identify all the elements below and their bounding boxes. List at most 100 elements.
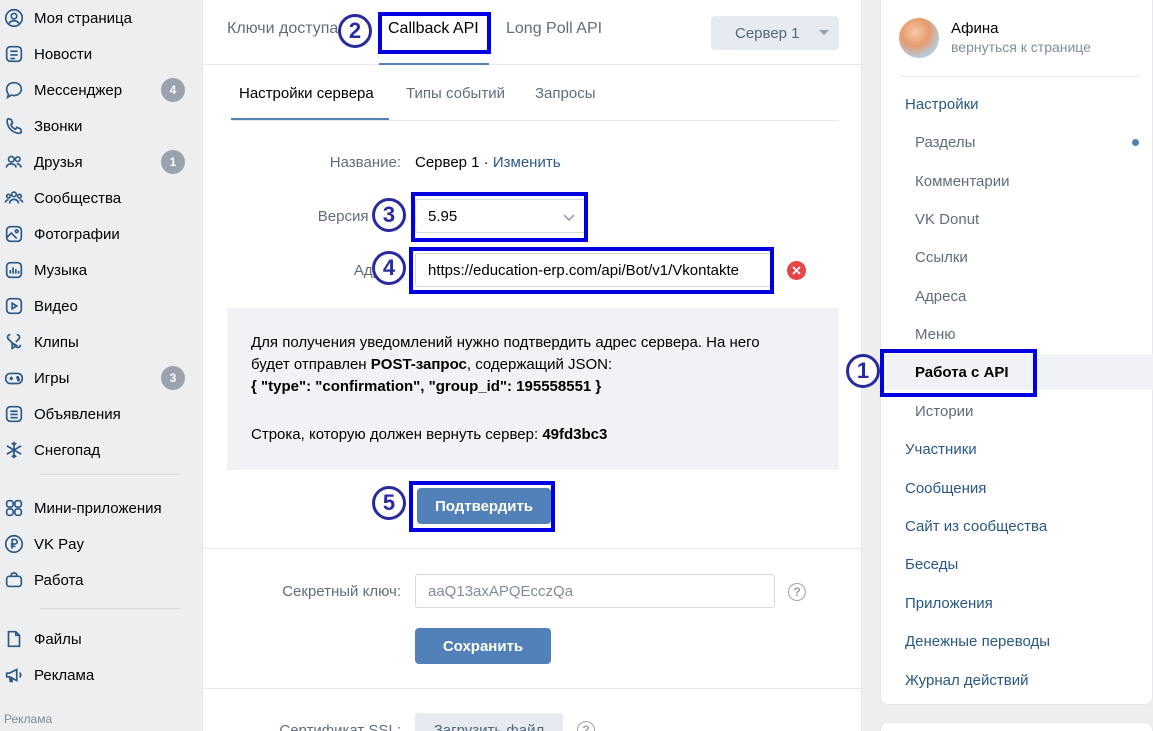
- nav-item-snowfall[interactable]: Снегопад: [0, 432, 190, 468]
- menu-item-chats[interactable]: Беседы: [881, 546, 1153, 582]
- nav-divider: [40, 474, 180, 475]
- apps-icon: [0, 497, 34, 519]
- dropdown-arrow-icon: [819, 30, 829, 35]
- photo-icon: [0, 223, 34, 245]
- ad-section-label: Реклама: [4, 712, 53, 726]
- nav-item-vk-pay[interactable]: VK Pay: [0, 526, 190, 562]
- ssl-certificate-label: Сертификат SSL:: [279, 722, 401, 731]
- left-navigation: Моя страница Новости Мессенджер 4 Звонки…: [0, 0, 200, 731]
- server-select[interactable]: Сервер 1: [711, 16, 839, 50]
- menu-item-transfers[interactable]: Денежные переводы: [881, 623, 1153, 659]
- upload-file-button[interactable]: Загрузить файл: [415, 713, 563, 731]
- communities-icon: [0, 187, 34, 209]
- briefcase-icon: [0, 569, 34, 591]
- secret-key-help-icon[interactable]: ?: [788, 583, 806, 601]
- gamepad-icon: [0, 367, 34, 389]
- callback-api-panel: Ключи доступа Callback API Long Poll API…: [202, 0, 863, 731]
- menu-item-stories[interactable]: Истории: [881, 393, 1153, 429]
- nav-divider: [40, 608, 180, 609]
- nav-item-jobs[interactable]: Работа: [0, 562, 190, 598]
- menu-item-addresses[interactable]: Адреса: [881, 278, 1153, 314]
- menu-item-apps[interactable]: Приложения: [881, 585, 1153, 621]
- return-string-line: Строка, которую должен вернуть сервер: 4…: [251, 424, 815, 446]
- info-line-2-post: , содержащий JSON:: [466, 356, 613, 373]
- confirmation-info-box: Для получения уведомлений нужно подтверд…: [227, 308, 839, 470]
- nav-item-my-page[interactable]: Моя страница: [0, 0, 190, 36]
- close-icon: [792, 266, 801, 275]
- save-button[interactable]: Сохранить: [415, 628, 551, 664]
- menu-item-vk-donut[interactable]: VK Donut: [881, 201, 1153, 237]
- back-to-page-link[interactable]: вернуться к странице: [951, 39, 1091, 55]
- snowflake-icon: [0, 439, 34, 461]
- nav-item-news[interactable]: Новости: [0, 36, 190, 72]
- nav-label: Объявления: [34, 405, 121, 423]
- tab-requests[interactable]: Запросы: [535, 85, 596, 102]
- confirm-button[interactable]: Подтвердить: [417, 488, 551, 524]
- tab-access-keys[interactable]: Ключи доступа: [227, 20, 338, 38]
- tab-event-types[interactable]: Типы событий: [406, 85, 505, 102]
- nav-item-clips[interactable]: Клипы: [0, 324, 190, 360]
- return-string-code: 49fd3bc3: [542, 426, 608, 443]
- ads-list-icon: [0, 403, 34, 425]
- nav-label: VK Pay: [34, 535, 85, 553]
- nav-item-friends[interactable]: Друзья 1: [0, 144, 190, 180]
- section-divider: [203, 548, 863, 549]
- community-name[interactable]: Афина: [951, 20, 999, 37]
- menu-item-comments[interactable]: Комментарии: [881, 163, 1153, 199]
- tab-server-settings[interactable]: Настройки сервера: [239, 85, 374, 102]
- avatar[interactable]: [899, 18, 939, 58]
- menu-item-sections[interactable]: Разделы: [881, 124, 1153, 160]
- info-line-1: Для получения уведомлений нужно подтверд…: [251, 334, 760, 351]
- nav-item-classifieds[interactable]: Объявления: [0, 396, 190, 432]
- unread-badge: 4: [161, 78, 185, 102]
- secret-key-input[interactable]: aaQ13axAPQEcczQa: [415, 574, 775, 608]
- nav-item-calls[interactable]: Звонки: [0, 108, 190, 144]
- ssl-help-icon[interactable]: ?: [577, 721, 595, 731]
- api-version-select[interactable]: 5.95: [415, 199, 587, 233]
- menu-item-action-log[interactable]: Журнал действий: [881, 662, 1153, 698]
- active-tab-indicator: [379, 63, 489, 65]
- nav-label: Файлы: [34, 630, 82, 648]
- tab-long-poll-api[interactable]: Long Poll API: [506, 20, 602, 38]
- nav-item-messenger[interactable]: Мессенджер 4: [0, 72, 190, 108]
- menu-item-links[interactable]: Ссылки: [881, 239, 1153, 275]
- nav-label: Фотографии: [34, 225, 120, 243]
- nav-label: Звонки: [34, 117, 83, 135]
- file-icon: [0, 628, 34, 650]
- nav-label: Видео: [34, 297, 78, 315]
- nav-item-files[interactable]: Файлы: [0, 621, 190, 657]
- menu-item-menu[interactable]: Меню: [881, 316, 1153, 352]
- clear-address-icon[interactable]: [787, 261, 806, 280]
- api-tabs: Ключи доступа Callback API Long Poll API…: [203, 0, 863, 65]
- chevron-down-icon: [563, 214, 575, 222]
- menu-item-site[interactable]: Сайт из сообщества: [881, 508, 1153, 544]
- nav-label: Музыка: [34, 261, 88, 279]
- menu-item-messages[interactable]: Сообщения: [881, 470, 1153, 506]
- change-name-link[interactable]: Изменить: [493, 154, 561, 171]
- nav-item-communities[interactable]: Сообщества: [0, 180, 190, 216]
- menu-item-settings[interactable]: Настройки: [881, 86, 1153, 122]
- menu-item-api[interactable]: Работа с API: [881, 354, 1153, 390]
- nav-label: Игры: [34, 369, 70, 387]
- new-indicator-dot: [1132, 139, 1139, 146]
- nav-label: Клипы: [34, 333, 79, 351]
- nav-label: Мессенджер: [34, 81, 123, 99]
- nav-item-games[interactable]: Игры 3: [0, 360, 190, 396]
- nav-item-advertising[interactable]: Реклама: [0, 657, 190, 693]
- section-divider: [203, 688, 863, 689]
- ruble-icon: [0, 533, 34, 555]
- info-line-2-pre: будет отправлен: [251, 356, 371, 373]
- server-name-text: Сервер 1 ·: [415, 154, 493, 171]
- user-circle-icon: [0, 7, 34, 29]
- server-name-value: Сервер 1 · Изменить: [415, 154, 561, 171]
- nav-label: Реклама: [34, 666, 95, 684]
- nav-item-photos[interactable]: Фотографии: [0, 216, 190, 252]
- nav-item-mini-apps[interactable]: Мини-приложения: [0, 490, 190, 526]
- confirmation-json: { "type": "confirmation", "group_id": 19…: [251, 378, 602, 395]
- nav-item-video[interactable]: Видео: [0, 288, 190, 324]
- nav-label: Моя страница: [34, 9, 132, 27]
- menu-item-members[interactable]: Участники: [881, 431, 1153, 467]
- tab-callback-api[interactable]: Callback API: [388, 20, 479, 38]
- server-address-input[interactable]: https://education-erp.com/api/Bot/v1/Vko…: [415, 253, 771, 287]
- nav-item-music[interactable]: Музыка: [0, 252, 190, 288]
